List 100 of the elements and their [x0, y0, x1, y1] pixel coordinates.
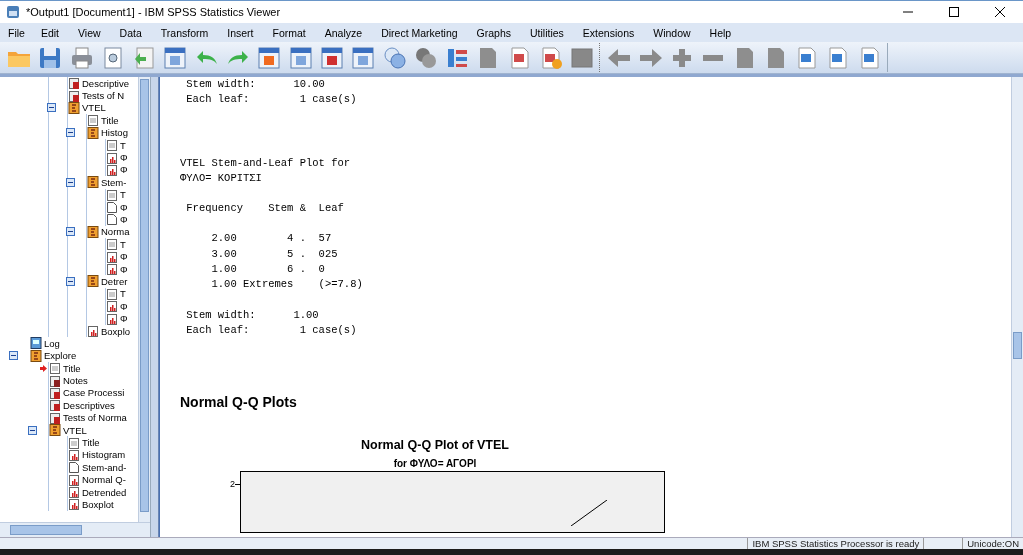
outline-item[interactable]: Title — [63, 362, 81, 374]
table-page-icon — [49, 399, 61, 412]
chart-page-icon — [106, 151, 118, 164]
book-icon — [87, 176, 99, 189]
collapse-icon[interactable] — [9, 351, 18, 361]
menu-item[interactable]: Analyze — [318, 26, 369, 39]
plot-footnote: Each leaf: 1 case(s) — [185, 92, 358, 108]
collapse-icon[interactable] — [66, 128, 75, 138]
outline-item[interactable]: Φ — [120, 164, 128, 176]
outline-item[interactable]: Normal Q- — [82, 474, 126, 486]
document-icon — [68, 461, 80, 474]
stem-leaf-row-text: 1.00 6 . 0 — [210, 262, 326, 278]
menu-item[interactable]: Format — [266, 26, 312, 39]
menu-item[interactable]: View — [72, 26, 107, 39]
outline-item[interactable]: VTEL — [82, 102, 106, 114]
book-icon — [49, 424, 61, 437]
outline-item[interactable]: Φ — [120, 251, 128, 263]
menu-item[interactable]: Utilities — [524, 26, 570, 39]
collapse-icon[interactable] — [28, 425, 37, 435]
reference-line — [571, 500, 607, 527]
chart-page-icon — [106, 312, 118, 325]
chart-page-icon — [68, 486, 80, 499]
chart-page-icon — [106, 250, 118, 263]
collapse-icon[interactable] — [66, 276, 75, 286]
scrollbar[interactable] — [0, 522, 150, 537]
plot-footnote: Stem width: 1.00 — [185, 307, 320, 323]
column-header: Frequency Stem & Leaf — [185, 201, 345, 217]
menu-item[interactable]: File — [2, 26, 31, 39]
collapse-icon[interactable] — [66, 177, 75, 187]
book-icon — [87, 275, 99, 288]
outline-item[interactable]: Φ — [120, 263, 128, 275]
outline-item[interactable]: Explore — [44, 350, 77, 362]
chart-page-icon — [106, 263, 118, 276]
axis-tick-label: 2 — [230, 480, 235, 490]
page-icon — [87, 114, 99, 127]
outline-item[interactable]: Title — [101, 114, 119, 126]
outline-item[interactable]: Φ — [120, 201, 128, 213]
outline-item[interactable]: Tests of N — [82, 90, 125, 102]
outline-item[interactable]: Boxplo — [101, 325, 131, 337]
plot-title: VTEL Stem-and-Leaf Plot for — [180, 155, 352, 171]
chart-page-icon — [87, 325, 99, 337]
stem-leaf-row-text: 1.00 Extremes (>=7.8) — [210, 277, 364, 293]
book-icon — [87, 126, 99, 139]
section-heading: Normal Q-Q Plots — [180, 394, 298, 411]
outline-item[interactable]: Detrended — [82, 486, 127, 498]
book-icon — [30, 337, 42, 350]
chart-page-icon — [106, 163, 118, 176]
menu-item[interactable]: Help — [703, 26, 738, 39]
outline-item[interactable]: Case Processi — [63, 387, 125, 399]
outline-item[interactable]: Descriptives — [63, 399, 115, 411]
table-page-icon — [49, 386, 61, 399]
collapse-icon[interactable] — [47, 103, 56, 113]
table-page-icon — [49, 374, 61, 387]
page-icon — [106, 238, 118, 251]
app-icon — [6, 5, 20, 19]
outline-item[interactable]: Norma — [101, 226, 130, 238]
menu-item[interactable]: Direct Marketing — [375, 26, 464, 39]
outline-item[interactable]: T — [120, 288, 126, 300]
table-page-icon — [68, 77, 80, 90]
outline-item[interactable]: Φ — [120, 313, 128, 325]
outline-item[interactable]: Tests of Norma — [63, 412, 127, 424]
outline-item[interactable]: Title — [82, 437, 100, 448]
menu-item[interactable]: Window — [647, 26, 697, 39]
outline-item[interactable]: Notes — [63, 375, 88, 387]
outline-item[interactable]: Boxplot — [82, 498, 114, 510]
outline-item[interactable]: Φ — [120, 214, 128, 225]
scrollbar[interactable] — [1011, 77, 1023, 537]
document-icon — [106, 201, 118, 214]
menu-item[interactable]: Transform — [154, 26, 215, 39]
splitter[interactable] — [150, 77, 159, 537]
outline-item[interactable]: Histogram — [82, 449, 126, 461]
outline-item[interactable]: Φ — [120, 152, 128, 164]
stem-leaf-row-text: 3.00 5 . 025 — [210, 246, 339, 262]
circles-icon[interactable] — [381, 44, 408, 71]
outline-item[interactable]: T — [120, 139, 126, 151]
document-icon — [106, 213, 118, 226]
menu-item[interactable]: Extensions — [576, 26, 641, 39]
outline-item[interactable]: Log — [44, 337, 60, 349]
chart-page-icon — [68, 473, 80, 486]
close-icon[interactable] — [995, 7, 1005, 17]
outline-item[interactable]: Φ — [120, 300, 128, 312]
scrollbar[interactable] — [138, 77, 150, 522]
stem-leaf-row-text: 2.00 4 . 57 — [210, 231, 333, 247]
menu-item[interactable]: Graphs — [470, 26, 517, 39]
collapse-icon[interactable] — [66, 227, 75, 237]
outline-item[interactable]: Stem-and- — [82, 461, 127, 473]
page-icon — [49, 362, 61, 375]
page-icon — [106, 139, 118, 152]
chart-title: Normal Q-Q Plot of VTEL — [361, 438, 509, 453]
outline-item[interactable]: T — [120, 189, 126, 201]
menu-item[interactable]: Data — [113, 26, 148, 39]
maximize-icon[interactable] — [949, 7, 959, 17]
menu-item[interactable]: Insert — [221, 26, 260, 39]
outline-item[interactable]: Detrer — [101, 275, 128, 287]
menu-item[interactable]: Edit — [34, 26, 65, 39]
outline-item[interactable]: VTEL — [63, 424, 87, 436]
outline-item[interactable]: Histog — [101, 127, 128, 139]
outline-item[interactable]: Descriptive — [82, 77, 129, 89]
outline-item[interactable]: T — [120, 238, 126, 250]
outline-item[interactable]: Stem- — [101, 176, 127, 188]
